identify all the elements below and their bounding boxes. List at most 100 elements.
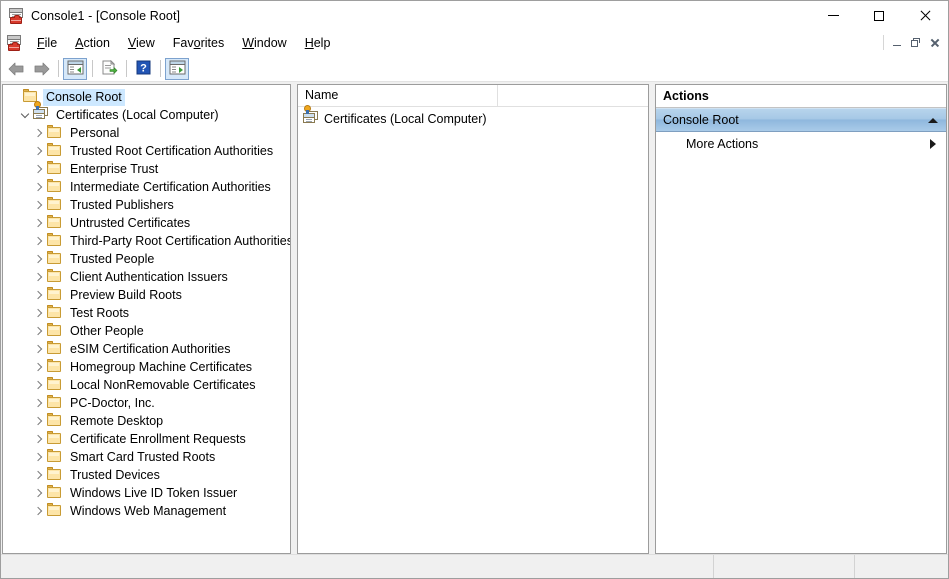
- tree-item-store-label: Windows Web Management: [67, 503, 229, 520]
- menu-view[interactable]: View: [119, 33, 164, 53]
- column-header-filler: [498, 85, 648, 106]
- expand-twisty[interactable]: [31, 178, 47, 196]
- help-button[interactable]: ?: [131, 58, 155, 80]
- toolbar-separator-2: [92, 60, 93, 77]
- tree-item-store[interactable]: eSIM Certification Authorities: [3, 340, 290, 358]
- mdi-minimize-button[interactable]: [887, 34, 906, 51]
- tree-item-store[interactable]: Intermediate Certification Authorities: [3, 178, 290, 196]
- folder-icon: [47, 395, 63, 411]
- expand-twisty[interactable]: [31, 394, 47, 412]
- actions-group-console-root[interactable]: Console Root: [656, 108, 946, 132]
- back-button[interactable]: [4, 58, 28, 80]
- tree-item-store[interactable]: Test Roots: [3, 304, 290, 322]
- tree-item-console-root-label: Console Root: [43, 89, 125, 106]
- tree-item-store[interactable]: Certificate Enrollment Requests: [3, 430, 290, 448]
- menu-file[interactable]: File: [28, 33, 66, 53]
- tree-item-store[interactable]: Trusted Devices: [3, 466, 290, 484]
- tree-item-store[interactable]: Enterprise Trust: [3, 160, 290, 178]
- tree-item-store-label: Local NonRemovable Certificates: [67, 377, 259, 394]
- certificates-snapin-icon: [303, 111, 319, 127]
- expand-twisty[interactable]: [31, 250, 47, 268]
- chevron-right-icon: [34, 381, 42, 389]
- certificates-expand-twisty[interactable]: [17, 106, 33, 124]
- tree-item-store-label: Remote Desktop: [67, 413, 166, 430]
- expand-twisty[interactable]: [31, 430, 47, 448]
- tree-item-store[interactable]: Trusted Root Certification Authorities: [3, 142, 290, 160]
- tree-item-store[interactable]: Smart Card Trusted Roots: [3, 448, 290, 466]
- export-list-icon: [101, 60, 118, 78]
- menu-action[interactable]: Action: [66, 33, 119, 53]
- tree-item-store-label: Untrusted Certificates: [67, 215, 193, 232]
- mdi-restore-button[interactable]: [906, 34, 925, 51]
- collapse-up-arrow-icon[interactable]: [928, 118, 938, 123]
- tree-item-store[interactable]: Remote Desktop: [3, 412, 290, 430]
- maximize-button[interactable]: [856, 1, 902, 30]
- expand-twisty[interactable]: [31, 196, 47, 214]
- menu-help[interactable]: Help: [296, 33, 340, 53]
- status-bar: [1, 554, 948, 578]
- tree-item-store[interactable]: Untrusted Certificates: [3, 214, 290, 232]
- chevron-right-icon: [34, 183, 42, 191]
- chevron-right-icon: [34, 129, 42, 137]
- folder-icon: [47, 179, 63, 195]
- tree-item-store[interactable]: Windows Live ID Token Issuer: [3, 484, 290, 502]
- expand-twisty[interactable]: [31, 466, 47, 484]
- tree-item-store[interactable]: Personal: [3, 124, 290, 142]
- expand-twisty[interactable]: [31, 340, 47, 358]
- tree-item-certificates-local-computer[interactable]: Certificates (Local Computer): [3, 106, 290, 124]
- tree-item-console-root[interactable]: Console Root: [3, 88, 290, 106]
- mmc-system-menu-icon[interactable]: [6, 35, 22, 51]
- folder-icon: [47, 341, 63, 357]
- chevron-right-icon: [34, 237, 42, 245]
- actions-pane: Actions Console Root More Actions: [655, 84, 947, 554]
- expand-twisty[interactable]: [31, 124, 47, 142]
- column-header-name[interactable]: Name: [298, 85, 498, 106]
- expand-twisty[interactable]: [31, 142, 47, 160]
- forward-arrow-icon: [33, 62, 50, 76]
- expand-twisty[interactable]: [31, 322, 47, 340]
- chevron-down-icon: [21, 109, 29, 117]
- tree-item-store[interactable]: Client Authentication Issuers: [3, 268, 290, 286]
- tree-item-store[interactable]: Trusted People: [3, 250, 290, 268]
- expand-twisty[interactable]: [31, 214, 47, 232]
- menu-window[interactable]: Window: [233, 33, 295, 53]
- mdi-window-controls: [883, 34, 944, 51]
- expand-twisty[interactable]: [31, 484, 47, 502]
- export-list-button[interactable]: [97, 58, 121, 80]
- expand-twisty[interactable]: [31, 376, 47, 394]
- chevron-right-icon: [34, 327, 42, 335]
- expand-twisty[interactable]: [31, 304, 47, 322]
- forward-button[interactable]: [29, 58, 53, 80]
- expand-twisty[interactable]: [31, 502, 47, 520]
- expand-twisty[interactable]: [31, 268, 47, 286]
- maximize-icon: [874, 11, 884, 21]
- expand-twisty[interactable]: [31, 448, 47, 466]
- tree-item-store[interactable]: Homegroup Machine Certificates: [3, 358, 290, 376]
- status-secondary: [714, 555, 855, 578]
- expand-twisty[interactable]: [31, 160, 47, 178]
- tree-item-store[interactable]: Other People: [3, 322, 290, 340]
- close-button[interactable]: [902, 1, 948, 30]
- tree-item-store[interactable]: Trusted Publishers: [3, 196, 290, 214]
- minimize-button[interactable]: [810, 1, 856, 30]
- expand-twisty[interactable]: [31, 286, 47, 304]
- expand-twisty[interactable]: [31, 232, 47, 250]
- tree-item-store[interactable]: Third-Party Root Certification Authoriti…: [3, 232, 290, 250]
- expand-twisty[interactable]: [31, 358, 47, 376]
- show-action-pane-button[interactable]: [165, 58, 189, 80]
- mdi-close-button[interactable]: [925, 34, 944, 51]
- tree-item-store[interactable]: Local NonRemovable Certificates: [3, 376, 290, 394]
- tree-item-store[interactable]: Windows Web Management: [3, 502, 290, 520]
- tree-item-store-label: Intermediate Certification Authorities: [67, 179, 274, 196]
- tree-item-store-label: Preview Build Roots: [67, 287, 185, 304]
- list-item-certificates-local-computer[interactable]: Certificates (Local Computer): [298, 109, 648, 128]
- tree-item-store[interactable]: PC-Doctor, Inc.: [3, 394, 290, 412]
- menu-favorites[interactable]: Favorites: [164, 33, 233, 53]
- title-bar: Console1 - [Console Root]: [1, 1, 948, 30]
- expand-twisty[interactable]: [31, 412, 47, 430]
- tree-item-store[interactable]: Preview Build Roots: [3, 286, 290, 304]
- action-more-actions[interactable]: More Actions: [656, 132, 946, 156]
- tree-item-store-label: Homegroup Machine Certificates: [67, 359, 255, 376]
- folder-icon: [47, 377, 63, 393]
- show-hide-tree-button[interactable]: [63, 58, 87, 80]
